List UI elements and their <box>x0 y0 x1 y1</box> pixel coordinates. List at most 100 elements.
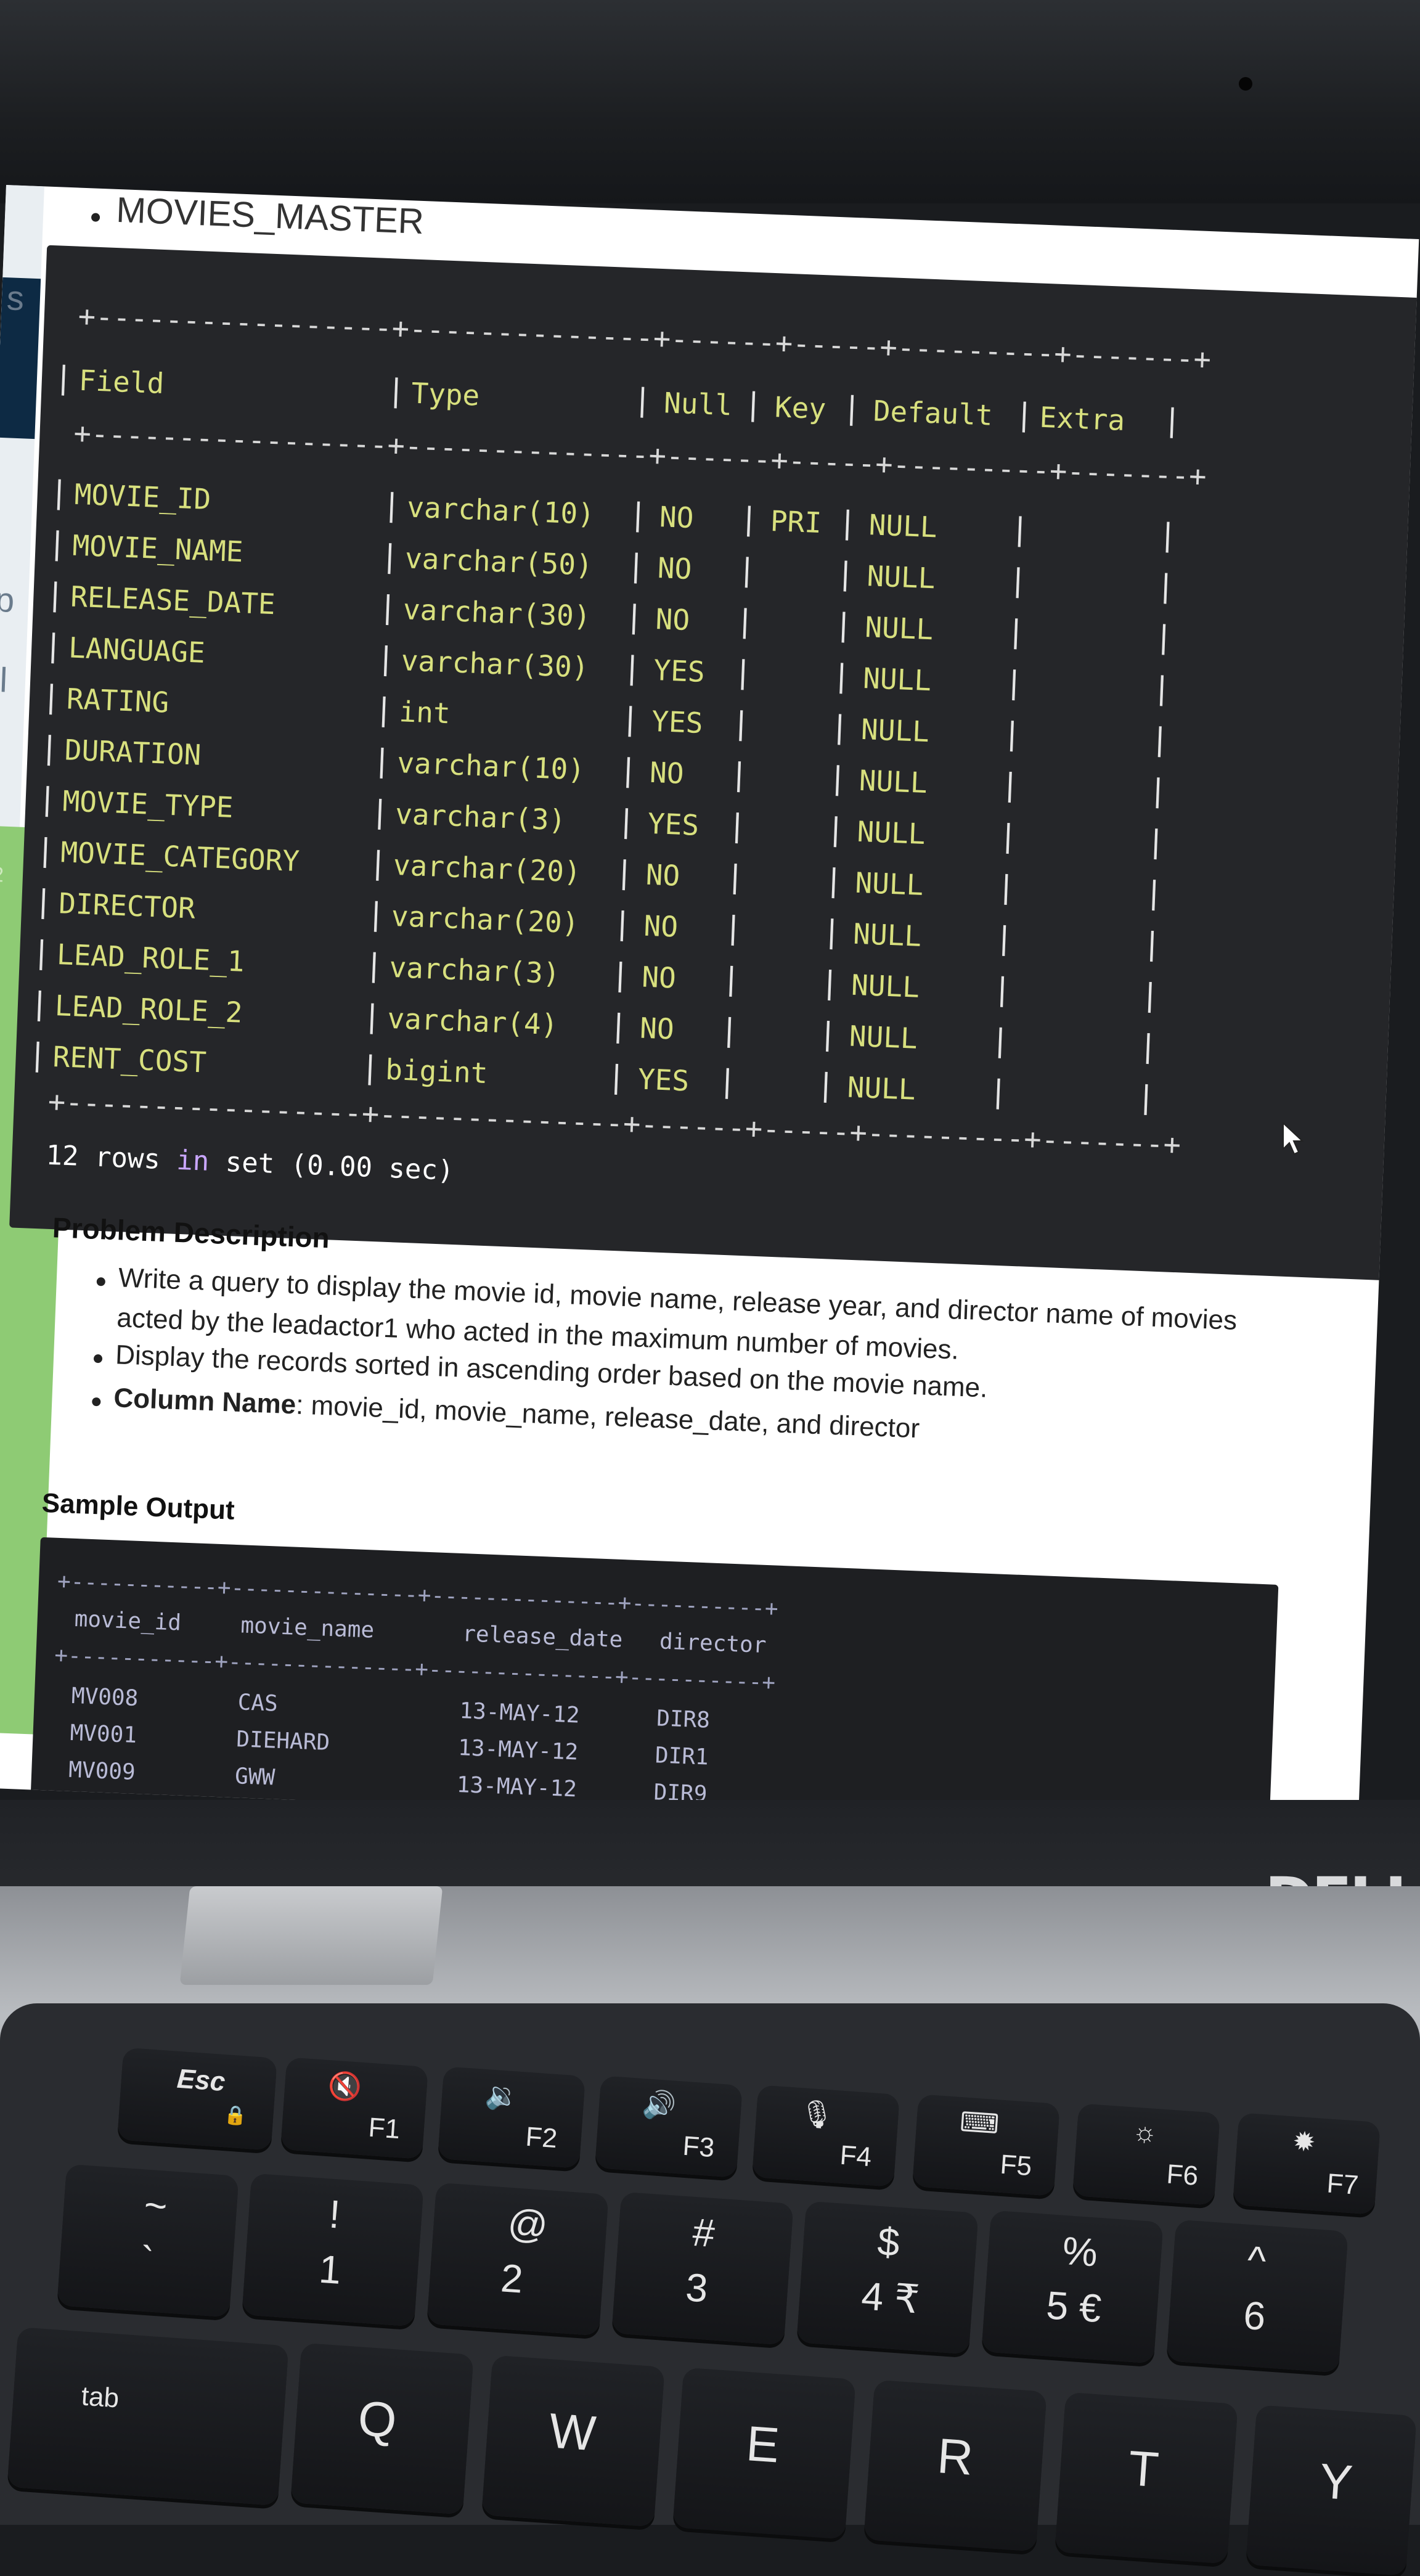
column-separator: | <box>39 729 60 766</box>
key-backtick[interactable]: ~ ` <box>57 2164 239 2318</box>
schema-cell-default: NULL <box>858 763 928 800</box>
column-separator: | <box>994 920 1014 957</box>
key-4[interactable]: $ 4 ₹ <box>796 2201 979 2355</box>
key-r[interactable]: R <box>863 2379 1047 2552</box>
schema-cell-field: MOVIE_CATEGORY <box>60 835 301 878</box>
key-3[interactable]: # 3 <box>611 2191 794 2345</box>
column-separator: | <box>825 811 846 848</box>
column-separator: | <box>823 862 844 899</box>
column-separator: | <box>1154 619 1174 656</box>
column-separator: | <box>375 640 396 677</box>
sample-header-cell: movie_name <box>240 1613 375 1643</box>
key-label: T <box>1126 2440 1161 2498</box>
schema-cell-null: NO <box>655 602 691 637</box>
bullet-dot <box>93 1354 103 1364</box>
key-label: F1 <box>367 2112 401 2145</box>
schema-cell-field: LANGUAGE <box>68 631 206 669</box>
key-q[interactable]: Q <box>290 2342 474 2515</box>
mic-mute-icon: 🎙 <box>798 2098 835 2131</box>
key-tab[interactable]: tab <box>7 2326 289 2506</box>
key-label: W <box>547 2403 598 2461</box>
schema-row: DIRECTOR varchar(20) NO NULL | | | | | | | <box>33 245 1419 962</box>
key-label: E <box>744 2416 781 2473</box>
column-separator: | <box>737 552 757 589</box>
key-f5[interactable]: ⌨ F5 <box>912 2094 1060 2196</box>
column-separator: | <box>725 858 746 895</box>
column-separator: | <box>370 793 390 830</box>
key-f6[interactable]: ☼ F6 <box>1072 2103 1220 2206</box>
key-6[interactable]: ^ 6 <box>1166 2219 1349 2373</box>
column-separator: | <box>992 971 1013 1008</box>
column-separator: | <box>47 525 67 562</box>
schema-header-cell: Field <box>78 363 165 401</box>
column-name-text: : movie_id, movie_name, release_date, an… <box>295 1389 920 1444</box>
key-2[interactable]: @ 2 <box>426 2182 609 2336</box>
key-label: 3 <box>684 2265 709 2311</box>
schema-cell-field: RATING <box>66 682 170 719</box>
column-separator: | <box>365 896 386 933</box>
rows-message: 12 rows in set (0.00 sec) <box>46 1140 455 1187</box>
schema-terminal: +-----------------+--------------+------… <box>9 245 1419 1282</box>
schema-cell-default: NULL <box>862 661 932 698</box>
column-separator: | <box>831 658 852 695</box>
rows-message-keyword: in <box>176 1144 210 1177</box>
column-separator: | <box>1156 568 1176 605</box>
key-label: Q <box>356 2390 399 2448</box>
column-separator: | <box>1148 772 1168 809</box>
schema-header-cell: Key <box>774 390 827 426</box>
column-separator: | <box>1136 1079 1156 1116</box>
schema-cell-type: varchar(50) <box>404 541 594 582</box>
column-separator: | <box>368 844 388 881</box>
column-separator: | <box>372 742 392 779</box>
key-f7[interactable]: ✹ F7 <box>1233 2112 1381 2215</box>
key-f4[interactable]: 🎙 F4 <box>752 2085 900 2187</box>
schema-cell-type: varchar(4) <box>386 1001 559 1042</box>
schema-row: MOVIE_NAME varchar(50) NO NULL | | | | | | | <box>47 245 1419 604</box>
schema-cell-default: NULL <box>868 508 938 544</box>
schema-cell-field: MOVIE_ID <box>73 477 212 517</box>
key-w[interactable]: W <box>481 2355 665 2527</box>
keyboard: Esc 🔒 🔇 F1 🔉 F2 🔊 F3 🎙 F4 ⌨ F5 ☼ F6 ✹ F7… <box>0 2003 1420 2576</box>
column-separator: | <box>996 869 1016 906</box>
mute-icon: 🔇 <box>327 2071 363 2103</box>
key-t[interactable]: T <box>1055 2392 1238 2564</box>
sample-cell: CAS <box>237 1690 279 1717</box>
key-esc[interactable]: Esc 🔒 <box>117 2047 277 2151</box>
key-label: F5 <box>999 2149 1033 2182</box>
key-y[interactable]: Y <box>1246 2405 1417 2576</box>
key-label: 2 <box>499 2255 524 2302</box>
schema-cell-null: NO <box>656 551 693 586</box>
schema-cell-default: NULL <box>846 1070 916 1106</box>
rail-letter: p <box>0 579 15 619</box>
key-label: 5 € <box>1045 2283 1103 2331</box>
key-f3[interactable]: 🔊 F3 <box>595 2075 743 2178</box>
schema-row: RENT_COST bigint YES NULL | | | | | | | <box>28 245 1419 1115</box>
column-name-label: Column Name <box>113 1383 297 1420</box>
schema-row: LEAD_ROLE_2 varchar(4) NO NULL | | | | | | | <box>30 245 1419 1064</box>
key-f2[interactable]: 🔉 F2 <box>438 2066 586 2169</box>
key-e[interactable]: E <box>672 2367 856 2540</box>
sample-header-cell: release_date <box>462 1621 623 1653</box>
sample-cell: GWW <box>234 1764 275 1791</box>
key-1[interactable]: ! 1 <box>242 2173 424 2327</box>
schema-cell-type: varchar(20) <box>390 899 580 940</box>
sample-cell: DIR8 <box>656 1706 711 1733</box>
column-separator: | <box>626 547 647 584</box>
column-separator: | <box>632 382 653 419</box>
schema-cell-type: varchar(3) <box>394 797 567 837</box>
column-separator: | <box>622 650 642 687</box>
key-5[interactable]: % 5 € <box>981 2210 1164 2364</box>
schema-row: RATING int YES NULL | | | | | | | <box>41 245 1419 758</box>
volume-down-icon: 🔉 <box>484 2080 520 2112</box>
column-separator: | <box>835 555 856 592</box>
column-separator: | <box>43 627 63 664</box>
table-border-top: +-----------------+--------------+------… <box>77 299 1212 377</box>
column-separator: | <box>624 599 645 636</box>
key-sub: $ <box>876 2218 902 2265</box>
volume-up-icon: 🔊 <box>641 2089 677 2122</box>
schema-cell-field: MOVIE_TYPE <box>62 784 234 824</box>
column-separator: | <box>719 1012 740 1049</box>
schema-cell-type: varchar(20) <box>393 848 582 889</box>
schema-cell-field: LEAD_ROLE_1 <box>56 938 245 978</box>
key-f1[interactable]: 🔇 F1 <box>280 2057 428 2159</box>
